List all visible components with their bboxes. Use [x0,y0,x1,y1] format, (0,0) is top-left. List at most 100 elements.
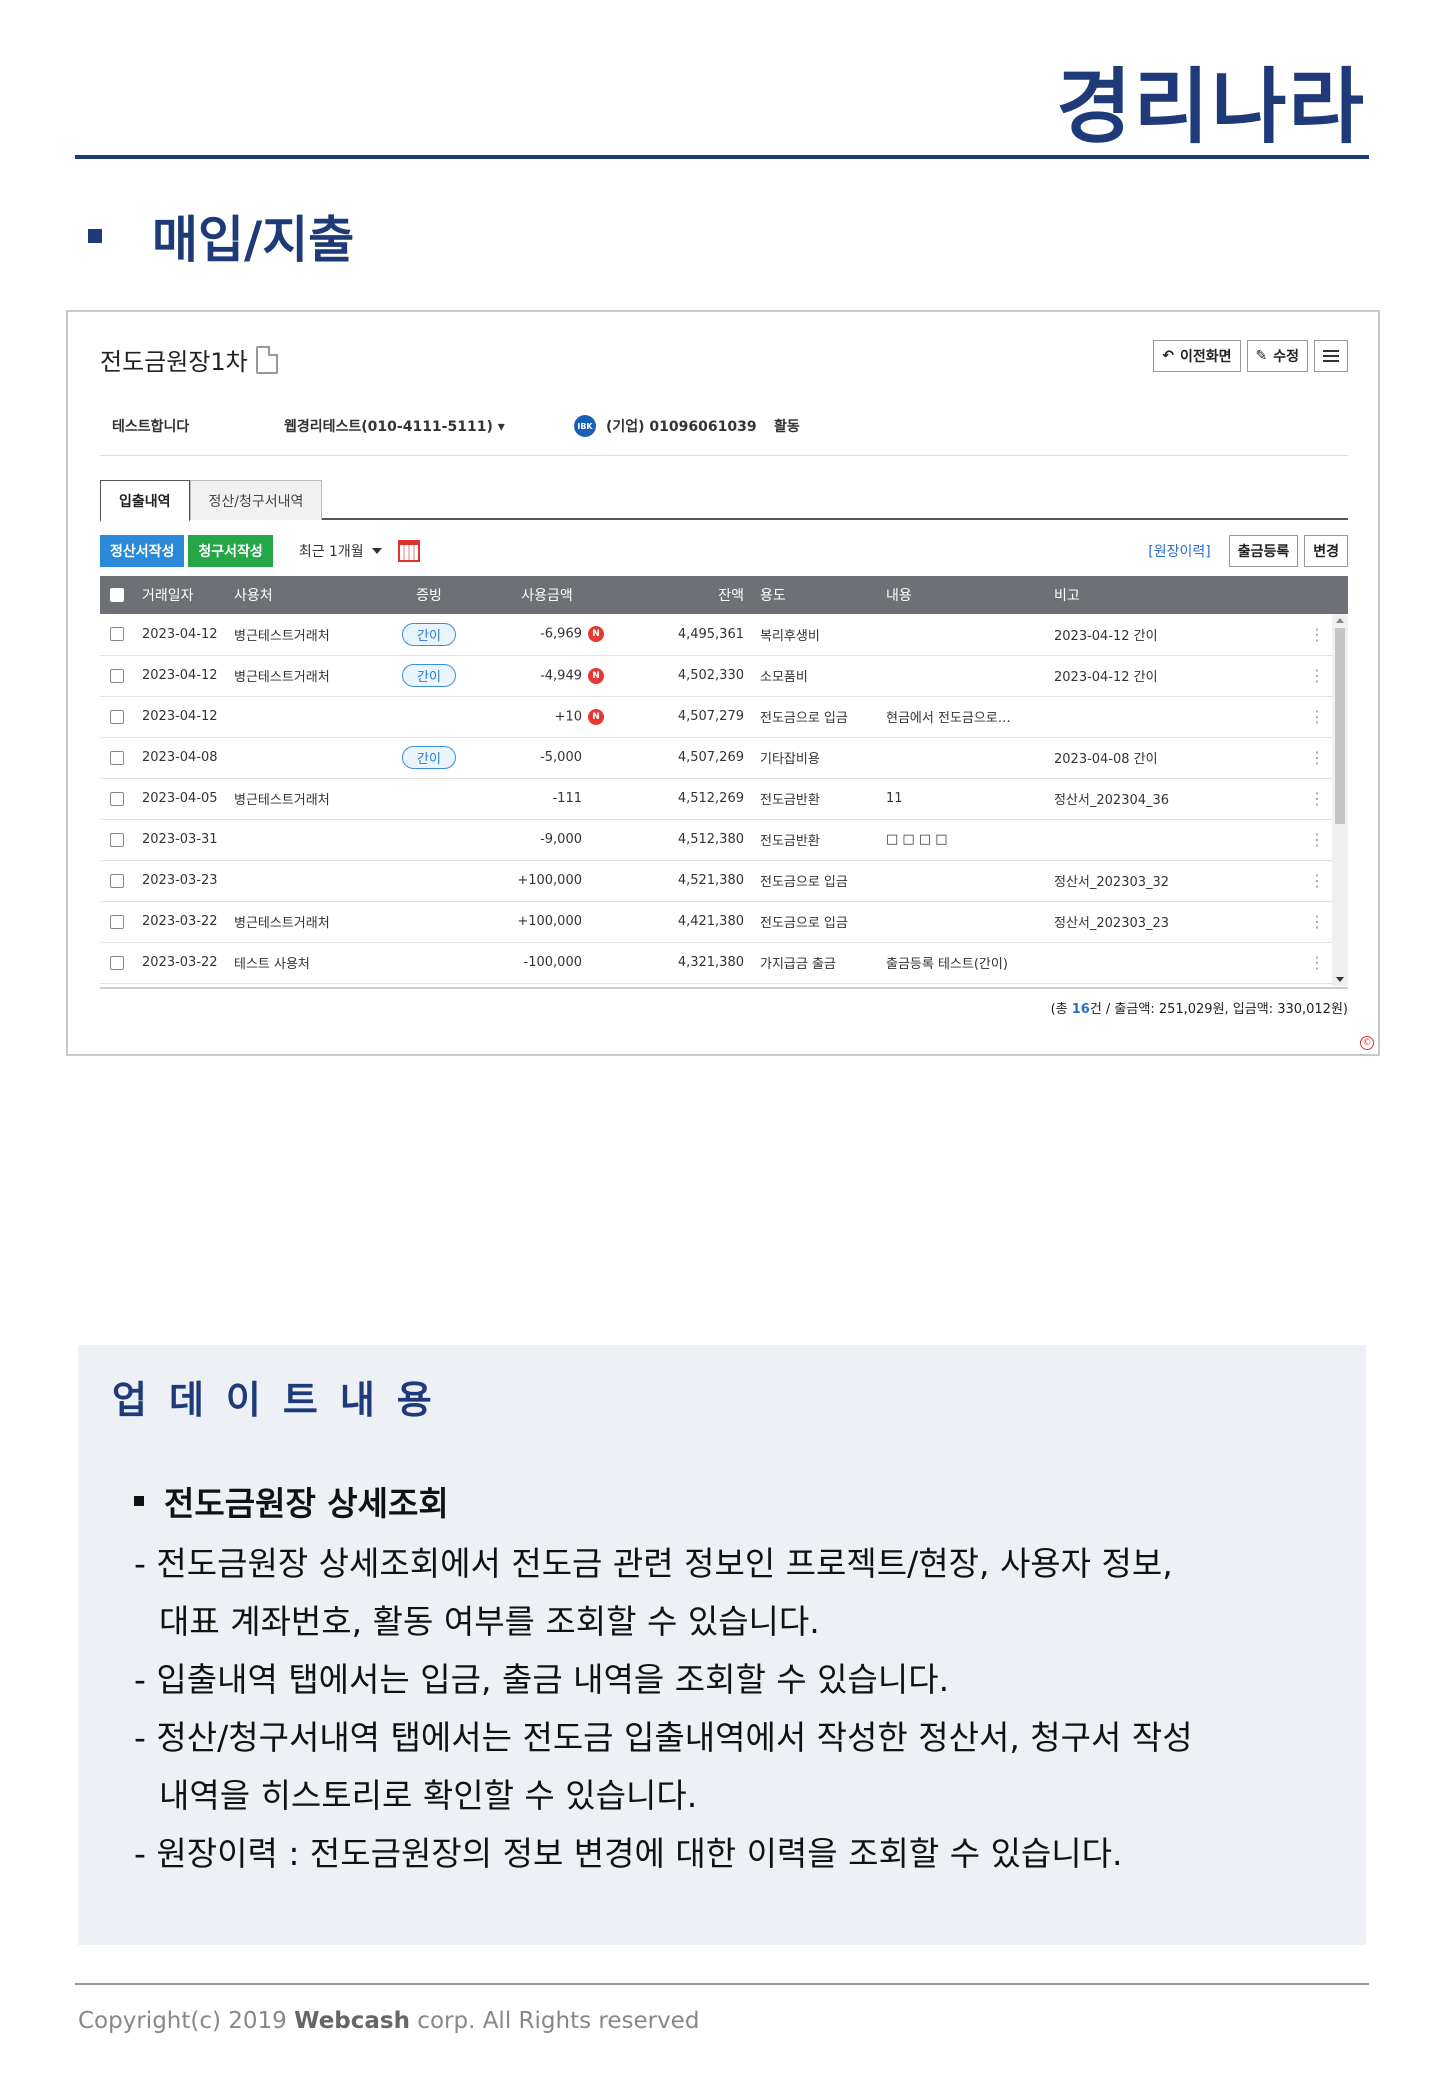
cell-use: 전도금반환 [752,778,878,820]
amount-value: -100,000 [523,955,582,970]
cell-note: 정산서_202303_32 [1046,860,1286,902]
col-use[interactable]: 용도 [752,576,878,614]
account-info: IBK (기업) 01096061039 [574,415,774,437]
table-row[interactable]: 2023-04-12 +10 N 4,507,279 전도금으로 입금 현금에서 전도금으… [100,696,1348,738]
cell-place: 테스트 사용처 [226,942,376,984]
period-select[interactable]: 최근 1개월 [299,540,420,562]
cell-proof [376,901,482,943]
change-button[interactable]: 변경 [1304,535,1348,567]
back-button[interactable]: ↶ 이전화면 [1153,340,1241,372]
copyright-post: corp. All Rights reserved [409,2008,700,2034]
cell-amount: +10 N [482,696,612,738]
toolbar-right: [원장이력] 출금등록 변경 [1148,535,1348,567]
table-row[interactable]: 2023-04-12 병근테스트거래처 간이 -4,949 N 4,502,330 소모품비… [100,655,1348,697]
row-select-cell [100,901,134,943]
table-row[interactable]: 2023-03-22 병근테스트거래처 +100,000 4,421,380 전도금으로… [100,901,1348,943]
scroll-thumb[interactable] [1335,628,1345,824]
proof-badge[interactable]: 간이 [402,746,456,769]
table-header: 거래일자 사용처 증빙 사용금액 잔액 용도 내용 비고 [100,576,1348,614]
vertical-scrollbar[interactable] [1332,614,1348,986]
chevron-down-icon: ▾ [497,419,505,435]
more-options-icon[interactable]: ⋮ [1309,953,1325,972]
more-options-icon[interactable]: ⋮ [1309,707,1325,726]
row-checkbox[interactable] [110,627,124,642]
ledger-history-link[interactable]: [원장이력] [1148,541,1210,561]
col-proof[interactable]: 증빙 [376,576,482,614]
col-content[interactable]: 내용 [878,576,1046,614]
amount-value: -5,000 [540,750,582,765]
col-place[interactable]: 사용처 [226,576,376,614]
cell-content [878,737,1046,779]
row-select-cell [100,942,134,984]
row-checkbox[interactable] [110,750,124,765]
cell-use: 전도금반환 [752,819,878,861]
row-select-cell [100,696,134,738]
calendar-icon[interactable] [397,540,420,562]
select-all-cell [100,576,134,614]
account-number: (기업) 01096061039 [606,419,757,435]
cell-use: 전도금으로 입금 [752,860,878,902]
copyright-pre: Copyright(c) 2019 [78,2008,295,2034]
select-all-checkbox[interactable] [110,588,124,602]
col-amount[interactable]: 사용금액 [482,576,612,614]
row-select-cell [100,655,134,697]
summary-suffix: 건 / 출금액: 251,029원, 입금액: 330,012원) [1089,1002,1348,1017]
table-row[interactable]: 2023-03-22 테스트 사용처 -100,000 4,321,380 가지급금 출… [100,942,1348,984]
more-options-icon[interactable]: ⋮ [1309,830,1325,849]
create-settlement-button[interactable]: 정산서작성 [100,535,185,567]
proof-badge[interactable]: 간이 [402,622,456,646]
user-name: 웹경리테스트(010-4111-5111) [284,419,493,435]
square-bullet-icon [134,1496,144,1506]
row-checkbox[interactable] [110,873,124,888]
document-icon[interactable] [255,345,278,374]
row-checkbox[interactable] [110,709,124,724]
col-note[interactable]: 비고 [1046,576,1286,614]
amount-value: -111 [552,791,582,806]
table-row[interactable]: 2023-04-12 병근테스트거래처 간이 -6,969 N 4,495,361 복리후생… [100,614,1348,656]
cell-place [226,860,376,902]
col-date[interactable]: 거래일자 [134,576,226,614]
table-row[interactable]: 2023-03-23 +100,000 4,521,380 전도금으로 입금 정산서_2… [100,860,1348,902]
menu-button[interactable] [1314,340,1348,372]
cell-proof [376,819,482,861]
cell-content [878,860,1046,902]
more-options-icon[interactable]: ⋮ [1309,912,1325,931]
col-balance[interactable]: 잔액 [612,576,752,614]
table-row[interactable]: 2023-03-31 -9,000 4,512,380 전도금반환 □ □ □ □ ⋮ [100,819,1348,861]
more-options-icon[interactable]: ⋮ [1309,748,1325,767]
cell-date: 2023-03-31 [134,819,226,861]
summary-text: (총 16건 / 출금액: 251,029원, 입금액: 330,012원) [1051,998,1348,1017]
new-badge-icon: N [588,626,604,643]
update-line: 대표 계좌번호, 활동 여부를 조회할 수 있습니다. [159,1602,820,1641]
scroll-up-icon[interactable] [1336,618,1344,623]
cell-note: 2023-04-12 간이 [1046,614,1286,656]
amount-value: +100,000 [517,873,582,888]
scroll-down-icon[interactable] [1336,977,1344,982]
cell-content: 11 [878,778,1046,820]
edit-button[interactable]: ✎ 수정 [1246,340,1308,372]
more-options-icon[interactable]: ⋮ [1309,871,1325,890]
cell-balance: 4,507,269 [612,737,752,779]
more-options-icon[interactable]: ⋮ [1309,789,1325,808]
create-invoice-button[interactable]: 청구서작성 [188,535,273,567]
section-title: 매입/지출 [152,211,355,269]
row-checkbox[interactable] [110,955,124,970]
tab-transactions[interactable]: 입출내역 [100,480,190,522]
table-row[interactable]: 2023-04-05 병근테스트거래처 -111 4,512,269 전도금반환 11 정산… [100,778,1348,820]
row-checkbox[interactable] [110,832,124,847]
cell-use: 복리후생비 [752,614,878,656]
cell-balance: 4,512,269 [612,778,752,820]
proof-badge[interactable]: 간이 [402,664,456,687]
more-options-icon[interactable]: ⋮ [1309,625,1325,644]
amount-value: -6,969 [540,626,582,642]
table-row[interactable]: 2023-04-08 간이 -5,000 4,507,269 기타잡비용 2023-04-… [100,737,1348,779]
row-checkbox[interactable] [110,668,124,683]
more-options-icon[interactable]: ⋮ [1309,666,1325,685]
withdraw-register-button[interactable]: 출금등록 [1228,535,1299,567]
row-checkbox[interactable] [110,914,124,929]
user-select[interactable]: 웹경리테스트(010-4111-5111) ▾ [284,416,574,436]
tab-settlement-invoice[interactable]: 정산/청구서내역 [189,480,323,520]
cell-use: 소모품비 [752,655,878,697]
cell-proof: 간이 [376,655,482,697]
row-checkbox[interactable] [110,791,124,806]
